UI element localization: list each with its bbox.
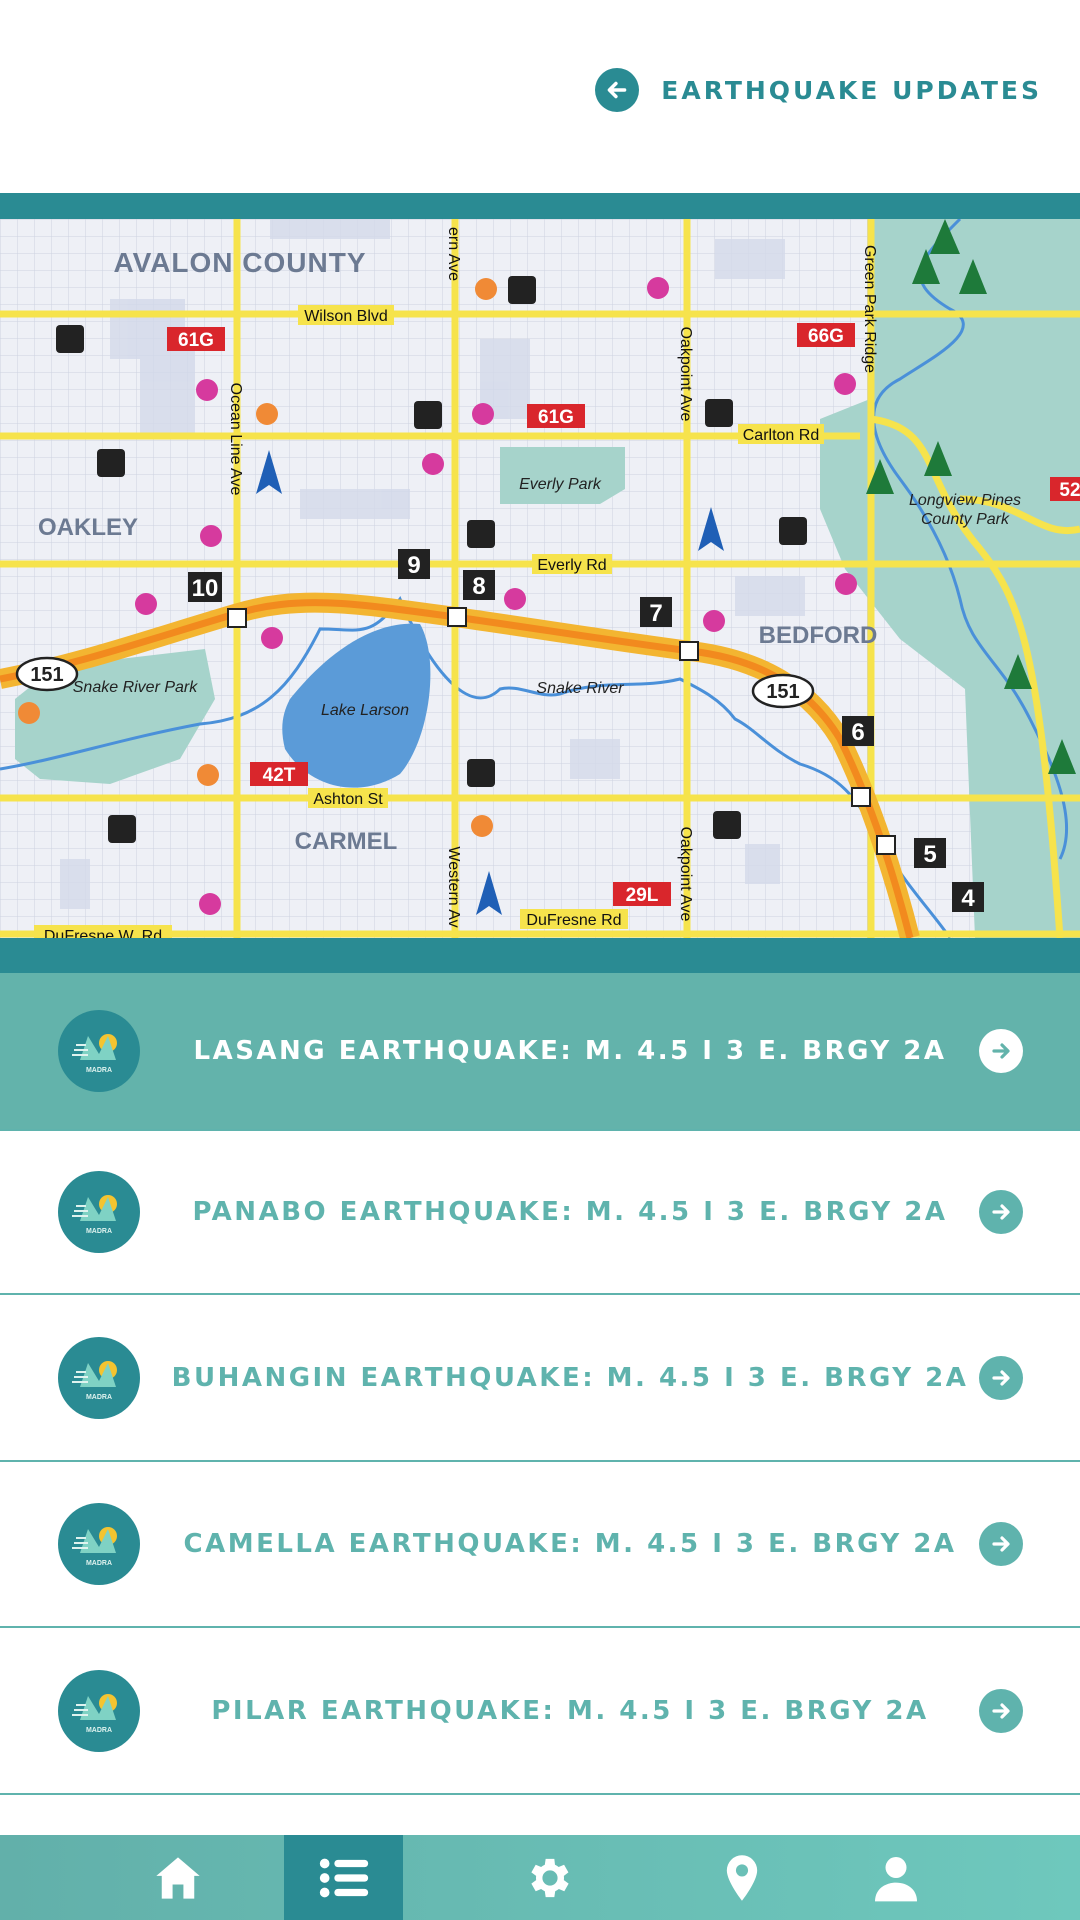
exit-10-label: 10	[192, 575, 219, 602]
update-item-lasang[interactable]: MADRA LASANG EARTHQUAKE: M. 4.5 I 3 E. B…	[0, 973, 1080, 1131]
area-bedford-label: BEDFORD	[759, 622, 878, 649]
longview-pines-label: Longview Pines	[909, 492, 1021, 509]
lake-larson-label: Lake Larson	[321, 702, 409, 719]
area-carmel-label: CARMEL	[295, 828, 398, 855]
madra-logo: MADRA	[58, 1336, 140, 1419]
update-item-pilar[interactable]: MADRA PILAR EARTHQUAKE: M. 4.5 I 3 E. BR…	[0, 1628, 1080, 1795]
street-ocean-line-label: Ocean Line Ave	[227, 383, 244, 496]
highway-151-label-2: 151	[766, 681, 799, 703]
update-title: LASANG EARTHQUAKE: M. 4.5 I 3 E. BRGY 2A	[193, 1036, 947, 1066]
arrow-right-icon	[992, 1702, 1010, 1719]
user-icon	[875, 1856, 917, 1901]
route-61g-label: 61G	[178, 330, 214, 351]
nav-location[interactable]	[682, 1835, 802, 1920]
madra-logo: MADRA	[58, 1171, 140, 1253]
street-ashton-st-label: Ashton St	[313, 791, 383, 808]
madra-logo-text: MADRA	[86, 1560, 112, 1567]
county-park-label: County Park	[921, 511, 1010, 528]
list-icon	[319, 1858, 368, 1897]
nav-settings[interactable]	[490, 1835, 610, 1920]
snake-river-label: Snake River	[536, 680, 624, 697]
street-green-park-label: Green Park Ridge	[861, 245, 878, 373]
exit-8-label: 8	[472, 573, 485, 600]
exit-5-label: 5	[923, 841, 936, 868]
open-arrow-button[interactable]	[979, 1688, 1023, 1733]
open-arrow-button[interactable]	[979, 1029, 1023, 1073]
update-title: PILAR EARTHQUAKE: M. 4.5 I 3 E. BRGY 2A	[211, 1695, 929, 1726]
update-title: BUHANGIN EARTHQUAKE: M. 4.5 I 3 E. BRGY …	[171, 1362, 969, 1393]
exit-7-label: 7	[649, 600, 662, 627]
route-29l-label: 29L	[626, 885, 659, 906]
earthquake-update-list: MADRA LASANG EARTHQUAKE: M. 4.5 I 3 E. B…	[0, 973, 1080, 1795]
street-western-top-label: ern Ave	[445, 227, 462, 281]
highway-151-label: 151	[30, 664, 63, 686]
location-pin-icon	[726, 1854, 758, 1901]
open-arrow-button[interactable]	[979, 1355, 1023, 1400]
city-map[interactable]: 9 8 10 7 6 5 4 61G 61G 66G 42T 29L 52 15…	[0, 219, 1080, 938]
arrow-right-icon	[992, 1043, 1010, 1059]
exit-9-label: 9	[407, 552, 420, 579]
map-frame-bottom	[0, 938, 1080, 973]
arrow-left-icon	[607, 81, 627, 99]
nav-home[interactable]	[118, 1835, 238, 1920]
update-item-panabo[interactable]: MADRA PANABO EARTHQUAKE: M. 4.5 I 3 E. B…	[0, 1131, 1080, 1295]
gear-icon	[531, 1858, 569, 1897]
map-frame-top	[0, 193, 1080, 219]
street-oakpoint-bot-label: Oakpoint Ave	[677, 827, 694, 922]
street-dufresne-w-label: DuFresne W. Rd	[44, 928, 162, 938]
update-item-camella[interactable]: MADRA CAMELLA EARTHQUAKE: M. 4.5 I 3 E. …	[0, 1462, 1080, 1628]
open-arrow-button[interactable]	[979, 1522, 1023, 1566]
nav-profile[interactable]	[836, 1835, 956, 1920]
update-title: CAMELLA EARTHQUAKE: M. 4.5 I 3 E. BRGY 2…	[183, 1529, 957, 1559]
madra-logo: MADRA	[58, 1503, 140, 1585]
street-western-bot-label: Western Av	[445, 846, 462, 927]
route-66g-label: 66G	[808, 326, 844, 347]
page-title: EARTHQUAKE UPDATES	[661, 75, 1042, 105]
header-bar: EARTHQUAKE UPDATES	[595, 68, 1042, 112]
area-oakley-label: OAKLEY	[38, 514, 138, 541]
area-avalon-county-label: AVALON COUNTY	[113, 247, 366, 278]
arrow-right-icon	[992, 1204, 1010, 1220]
route-52-label: 52	[1059, 480, 1080, 501]
madra-logo-text: MADRA	[86, 1228, 112, 1235]
madra-logo-text: MADRA	[86, 1067, 112, 1074]
exit-6-label: 6	[851, 719, 864, 746]
street-carlton-rd-label: Carlton Rd	[743, 427, 819, 444]
madra-logo-text: MADRA	[86, 1394, 112, 1401]
everly-park-label: Everly Park	[519, 476, 602, 493]
snake-river-park-label: Snake River Park	[73, 679, 198, 696]
street-wilson-blvd-label: Wilson Blvd	[304, 308, 388, 325]
street-dufresne-rd-label: DuFresne Rd	[526, 912, 621, 929]
bottom-nav	[0, 1835, 1080, 1920]
app-header: EARTHQUAKE UPDATES	[0, 0, 1080, 193]
exit-4-label: 4	[961, 885, 975, 912]
route-61g-label-2: 61G	[538, 407, 574, 428]
route-42t-label: 42T	[263, 765, 296, 786]
nav-list[interactable]	[284, 1835, 403, 1920]
street-everly-rd-label: Everly Rd	[537, 557, 606, 574]
madra-logo: MADRA	[58, 1010, 140, 1092]
arrow-right-icon	[992, 1369, 1010, 1386]
arrow-right-icon	[992, 1536, 1010, 1552]
open-arrow-button[interactable]	[979, 1190, 1023, 1234]
update-item-buhangin[interactable]: MADRA BUHANGIN EARTHQUAKE: M. 4.5 I 3 E.…	[0, 1295, 1080, 1462]
home-icon	[156, 1856, 200, 1899]
madra-logo: MADRA	[58, 1669, 140, 1752]
madra-logo-text: MADRA	[86, 1727, 112, 1734]
update-title: PANABO EARTHQUAKE: M. 4.5 I 3 E. BRGY 2A	[192, 1197, 948, 1227]
back-button[interactable]	[595, 68, 640, 112]
street-oakpoint-top-label: Oakpoint Ave	[677, 327, 694, 422]
